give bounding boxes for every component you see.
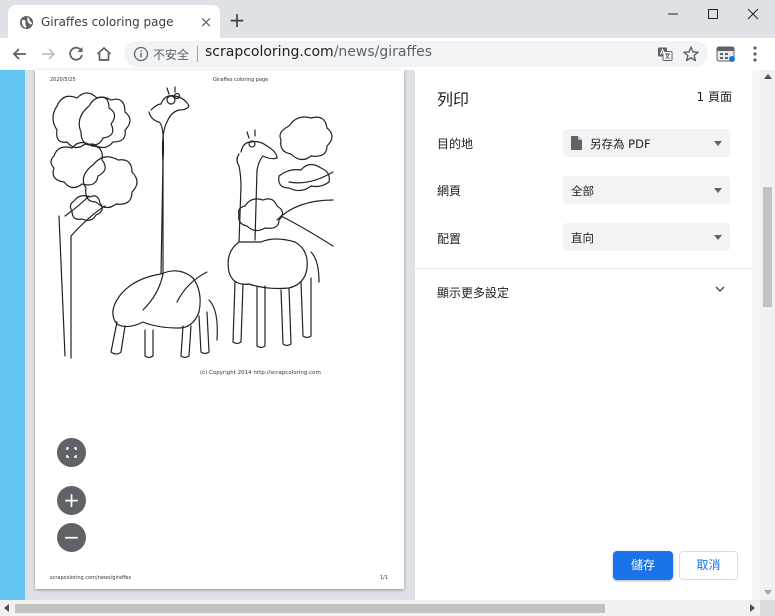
- file-icon: [571, 136, 582, 150]
- print-preview-pane: 2020/5/25 Giraffes coloring page (c) Cop…: [25, 70, 415, 600]
- save-button[interactable]: 儲存: [613, 551, 673, 580]
- layout-label: 配置: [437, 232, 462, 246]
- vertical-scrollbar[interactable]: [760, 70, 775, 600]
- zoom-in-button[interactable]: +: [57, 486, 86, 515]
- destination-label: 目的地: [437, 137, 474, 151]
- scroll-left-icon[interactable]: [4, 604, 9, 612]
- scroll-down-icon[interactable]: [764, 590, 772, 595]
- pages-label: 網頁: [437, 184, 462, 198]
- pages-value: 全部: [571, 184, 594, 198]
- chevron-down-icon: [714, 188, 722, 193]
- info-icon[interactable]: [133, 46, 149, 62]
- sheet-footer-page: 1/1: [380, 575, 389, 581]
- scroll-right-icon[interactable]: [750, 604, 755, 612]
- expand-chevron-icon[interactable]: [713, 282, 727, 296]
- tab-close-icon[interactable]: ×: [198, 14, 214, 30]
- more-settings-toggle[interactable]: 顯示更多設定: [437, 284, 509, 301]
- layout-select[interactable]: 直向: [563, 223, 730, 251]
- zoom-out-button[interactable]: −: [57, 523, 86, 552]
- scroll-up-icon[interactable]: [764, 74, 772, 79]
- tab-title: Giraffes coloring page: [41, 15, 174, 29]
- browser-menu-icon[interactable]: [748, 44, 762, 64]
- bookmark-star-icon[interactable]: [682, 45, 700, 63]
- print-settings-panel: 列印 1 頁面 目的地 另存為 PDF 網頁 全部 配置 直向 顯示更多設定 儲…: [415, 70, 752, 600]
- extension-icon[interactable]: [716, 45, 736, 63]
- sheet-copyright: (c) Copyright 2014 http://scrapcoloring.…: [200, 370, 321, 376]
- giraffes-drawing: [50, 86, 334, 359]
- fit-to-page-icon[interactable]: [57, 438, 86, 467]
- minimize-icon[interactable]: [658, 3, 688, 25]
- home-icon[interactable]: [93, 43, 115, 65]
- address-bar[interactable]: 不安全 scrapcoloring.com/news/giraffes: [124, 41, 708, 67]
- maximize-icon[interactable]: [698, 3, 728, 25]
- sheet-header-title: Giraffes coloring page: [213, 77, 269, 83]
- vertical-scroll-thumb[interactable]: [763, 187, 772, 307]
- preview-sheet: 2020/5/25 Giraffes coloring page (c) Cop…: [35, 70, 404, 589]
- toolbar: 不安全 scrapcoloring.com/news/giraffes: [0, 38, 775, 70]
- horizontal-scrollbar[interactable]: [0, 600, 760, 616]
- print-title: 列印: [437, 90, 470, 109]
- horizontal-scroll-thumb[interactable]: [15, 604, 605, 613]
- tab-giraffes[interactable]: Giraffes coloring page ×: [8, 5, 220, 38]
- tab-strip: Giraffes coloring page × +: [0, 0, 775, 38]
- page-left-border: [0, 70, 25, 600]
- sheet-header-date: 2020/5/25: [50, 77, 76, 83]
- destination-select[interactable]: 另存為 PDF: [563, 129, 730, 157]
- chevron-down-icon: [714, 141, 722, 146]
- page-count: 1 頁面: [696, 90, 732, 104]
- sheet-footer-url: scrapcoloring.com/news/giraffes: [50, 575, 132, 581]
- url-host: scrapcoloring.com: [205, 44, 334, 60]
- destination-value: 另存為 PDF: [590, 137, 651, 151]
- forward-arrow-icon[interactable]: [37, 43, 59, 65]
- chevron-down-icon: [714, 235, 722, 240]
- back-arrow-icon[interactable]: [9, 43, 31, 65]
- globe-icon: [19, 15, 34, 30]
- scrollbar-corner: [760, 600, 775, 616]
- address-separator: [197, 46, 198, 62]
- url-text[interactable]: scrapcoloring.com/news/giraffes: [205, 44, 432, 60]
- url-path: /news/giraffes: [333, 44, 433, 60]
- layout-value: 直向: [571, 231, 594, 245]
- window-close-icon[interactable]: [738, 3, 768, 25]
- pages-select[interactable]: 全部: [563, 176, 730, 204]
- settings-divider: [415, 268, 752, 269]
- translate-icon[interactable]: [657, 46, 673, 62]
- page-right-edge: [752, 70, 760, 600]
- reload-icon[interactable]: [65, 43, 87, 65]
- cancel-button[interactable]: 取消: [679, 551, 738, 580]
- security-status: 不安全: [153, 48, 190, 62]
- new-tab-button[interactable]: +: [227, 10, 247, 31]
